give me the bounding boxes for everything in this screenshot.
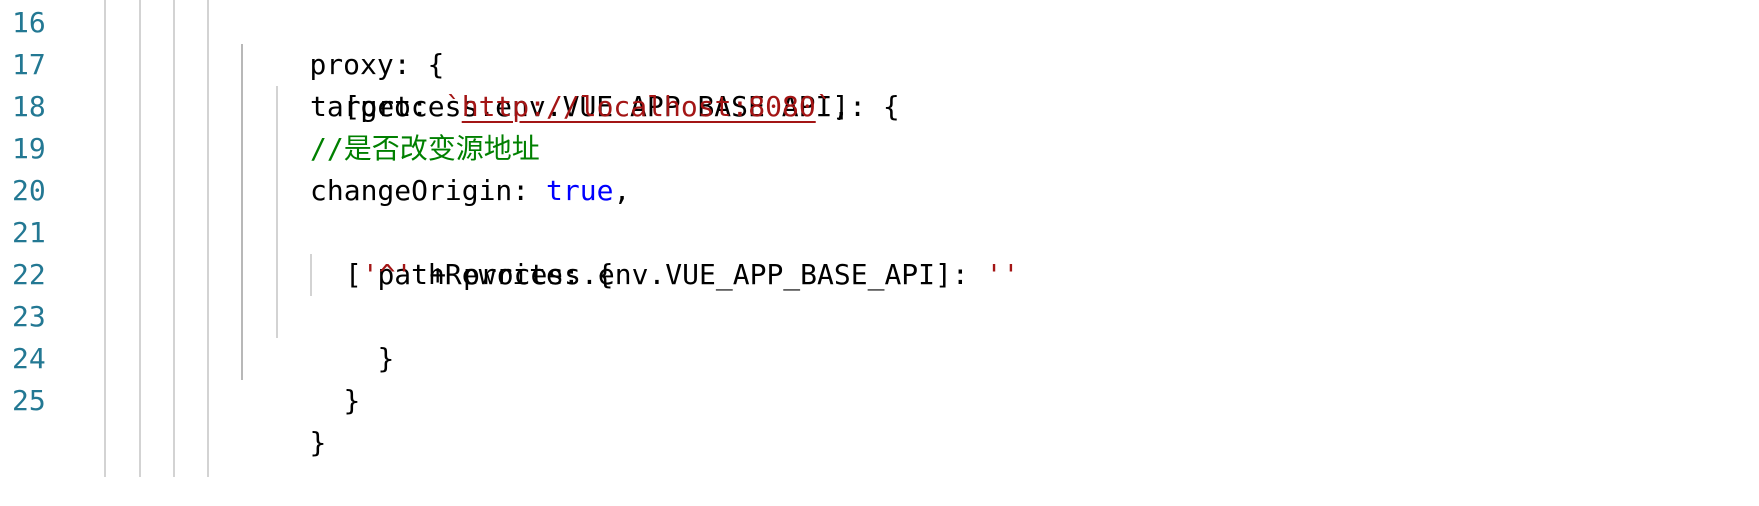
- line-number: 19: [12, 132, 46, 165]
- code-line-17[interactable]: [process.env.VUE_APP_BASE_API]: {: [276, 44, 899, 123]
- line-number: 21: [12, 216, 46, 249]
- indent-guide: [173, 0, 175, 477]
- closing-brace: }: [343, 384, 361, 417]
- punctuation: ,: [832, 90, 850, 123]
- line-number: 22: [12, 258, 46, 291]
- line-number: 16: [12, 6, 46, 39]
- string-literal: '^': [361, 258, 413, 291]
- code-line-19[interactable]: //是否改变源地址: [310, 128, 540, 170]
- code-editor[interactable]: 16 17 18 19 20 21 22 23 24 25 proxy: { […: [0, 0, 1759, 477]
- code-line-25[interactable]: }: [242, 380, 326, 459]
- code-line-23[interactable]: }: [310, 296, 394, 375]
- indent-guide: [104, 0, 106, 477]
- line-number: 25: [12, 384, 46, 417]
- code-line-22[interactable]: ['^' + process.env.VUE_APP_BASE_API]: '': [345, 254, 1019, 296]
- closing-brace: }: [309, 426, 327, 459]
- punctuation: ,: [613, 174, 631, 207]
- property-key: changeOrigin:: [310, 174, 547, 207]
- code-line-24[interactable]: }: [276, 338, 360, 417]
- line-number-gutter: 16 17 18 19 20 21 22 23 24 25: [0, 0, 90, 477]
- indent-guide: [207, 0, 209, 477]
- line-number: 20: [12, 174, 46, 207]
- line-number: 18: [12, 90, 46, 123]
- template-tick-close: `: [815, 90, 833, 123]
- line-number: 24: [12, 342, 46, 375]
- line-number: 23: [12, 300, 46, 333]
- url-link[interactable]: http://localhost:8080: [462, 90, 816, 123]
- code-line-21[interactable]: pathRewrite: {: [310, 212, 613, 291]
- punctuation: [: [345, 258, 362, 291]
- code-comment: //是否改变源地址: [310, 132, 540, 165]
- code-text: + process.env.VUE_APP_BASE_API]:: [412, 258, 986, 291]
- property-key: target:: [310, 90, 445, 123]
- string-literal: '': [985, 258, 1020, 291]
- boolean-keyword: true: [546, 174, 614, 207]
- template-tick-open: `: [444, 90, 462, 123]
- line-number: 17: [12, 48, 46, 81]
- code-line-18[interactable]: target: `http://localhost:8080`,: [310, 86, 849, 128]
- code-line-20[interactable]: changeOrigin: true,: [310, 170, 630, 212]
- closing-brace: }: [377, 342, 395, 375]
- indent-guide: [139, 0, 141, 477]
- code-line-16[interactable]: proxy: {: [242, 2, 444, 81]
